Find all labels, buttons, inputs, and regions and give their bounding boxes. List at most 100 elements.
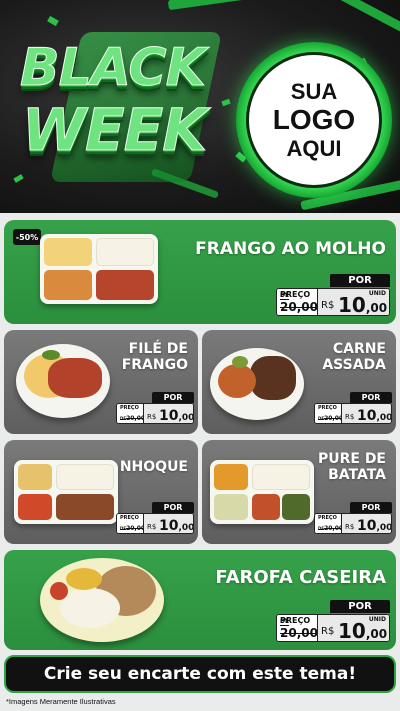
product-image	[40, 234, 158, 304]
price-integer: 10	[338, 293, 366, 316]
rice-compartment	[96, 238, 154, 266]
current-price: 10,00	[357, 519, 391, 533]
meat-compartment	[252, 494, 280, 520]
ribbon-decoration	[167, 0, 259, 11]
product-card-nhoque: NHOQUE POR PREÇO DE20,00 R$ 10,00	[4, 440, 198, 544]
current-price: 10,00	[159, 518, 194, 534]
headline-week: WEEK	[21, 96, 207, 165]
product-image	[16, 344, 110, 418]
price-cents: ,00	[178, 413, 194, 423]
product-name: NHOQUE	[119, 459, 188, 475]
old-price: DE20,00	[318, 415, 343, 422]
old-price-prefix: DE	[280, 618, 290, 625]
meat-compartment	[56, 494, 114, 520]
corn-compartment	[214, 464, 248, 490]
meat-food	[250, 356, 296, 400]
current-price-section: R$ 10,00 UNID	[317, 289, 389, 315]
old-price-value: 20,00	[280, 626, 318, 640]
logo-text-line: LOGO	[272, 103, 356, 135]
vegetables-food	[232, 356, 248, 368]
price-tag: POR PREÇO DE20,00 R$ 10,00	[116, 502, 194, 534]
price-tag: POR PREÇO DE20,00 R$ 10,00	[314, 502, 392, 534]
confetti-decoration	[221, 98, 231, 107]
price-box: PREÇO DE20,00 R$ 10,00	[314, 513, 392, 534]
price-cents: ,00	[365, 301, 388, 315]
price-por-label: POR	[152, 392, 194, 403]
disclaimer-text: *Imagens Meramente Ilustrativas	[6, 697, 116, 706]
side-compartment	[44, 270, 92, 300]
rice-food	[60, 588, 120, 628]
product-name: FILÉ DE FRANGO	[122, 341, 188, 373]
cta-text: Crie seu encarte com este tema!	[43, 664, 357, 684]
current-price: 10,00	[357, 408, 392, 424]
product-image	[14, 460, 118, 524]
price-preco-label: PREÇO	[120, 405, 139, 411]
old-price-section: PREÇO DE20,00	[315, 404, 343, 423]
price-tag: POR PREÇO DE 20,00 R$ 10,00 UNID	[276, 274, 390, 316]
price-por-label: POR	[350, 392, 392, 403]
puree-compartment	[214, 494, 248, 520]
currency-symbol: R$	[345, 523, 355, 531]
price-tag: POR PREÇO DE20,00 R$ 10,00	[116, 392, 194, 424]
greens-compartment	[282, 494, 310, 520]
confetti-decoration	[13, 174, 24, 183]
chicken-food	[48, 358, 102, 398]
current-price-section: R$ 10,00	[341, 404, 391, 423]
rice-compartment	[44, 238, 92, 266]
old-price: DE 20,00	[280, 289, 319, 314]
product-name: CARNE ASSADA	[322, 341, 386, 373]
gnocchi-compartment	[18, 494, 52, 520]
price-integer: 10	[159, 518, 179, 534]
price-integer: 10	[338, 619, 366, 642]
price-integer: 10	[159, 408, 179, 424]
price-cents: ,00	[178, 523, 194, 533]
headline-black: BLACK	[20, 38, 207, 99]
rice-compartment	[252, 464, 310, 490]
product-name: PURE DE BATATA	[317, 451, 386, 483]
old-price-section: PREÇO DE20,00	[117, 514, 145, 533]
logo-text-line: AQUI	[286, 136, 342, 162]
current-price-section: R$ 10,00	[143, 404, 193, 423]
logo-placeholder: SUA LOGO AQUI	[236, 42, 392, 198]
price-preco-label: PREÇO	[318, 515, 337, 521]
price-box: PREÇO DE 20,00 R$ 10,00 UNID	[276, 614, 390, 642]
price-preco-label: PREÇO	[120, 515, 139, 521]
price-cents: ,00	[376, 413, 392, 423]
currency-symbol: R$	[321, 626, 335, 637]
discount-badge: -50%	[13, 229, 41, 245]
price-box: PREÇO DE20,00 R$ 10,00	[314, 403, 392, 424]
current-price-section: R$ 10,00	[341, 514, 391, 533]
product-card-pure-de-batata: PURE DE BATATA POR PREÇO DE20,00 R$ 10,0…	[202, 440, 396, 544]
price-box: PREÇO DE 20,00 R$ 10,00 UNID	[276, 288, 390, 316]
price-por-label: POR	[152, 502, 194, 513]
current-price-section: R$ 10,00 UNID	[317, 615, 389, 641]
old-price-section: PREÇO DE 20,00	[277, 289, 319, 315]
price-integer: 10	[357, 408, 377, 424]
greens-food	[42, 350, 60, 360]
price-preco-label: PREÇO	[318, 405, 337, 411]
cta-banner[interactable]: Crie seu encarte com este tema!	[4, 655, 396, 693]
corn-food	[66, 568, 102, 590]
rice-compartment	[56, 464, 114, 490]
current-price-section: R$ 10,00	[143, 514, 193, 533]
vegetables-food	[218, 364, 256, 398]
old-price: DE 20,00	[280, 615, 319, 640]
price-por-label: POR	[350, 502, 392, 513]
old-price-value: 20,00	[280, 300, 318, 314]
product-image	[40, 558, 164, 642]
logo-text-line: SUA	[290, 78, 338, 104]
ribbon-decoration	[332, 0, 400, 34]
unit-label: UNID	[368, 616, 386, 623]
logo-circle: SUA LOGO AQUI	[246, 52, 382, 188]
current-price: 10,00	[338, 295, 387, 315]
product-name-line: BATATA	[328, 466, 386, 483]
side-compartment	[18, 464, 52, 490]
old-price: DE20,00	[318, 525, 343, 532]
product-name-line: PURE DE	[317, 451, 386, 467]
product-image	[210, 348, 304, 420]
old-price-section: PREÇO DE20,00	[117, 404, 145, 423]
current-price: 10,00	[338, 621, 387, 641]
product-card-frango-ao-molho: -50% FRANGO AO MOLHO POR PREÇO DE 20,00 …	[4, 220, 396, 324]
price-por-label: POR	[330, 600, 390, 613]
price-box: PREÇO DE20,00 R$ 10,00	[116, 403, 194, 424]
